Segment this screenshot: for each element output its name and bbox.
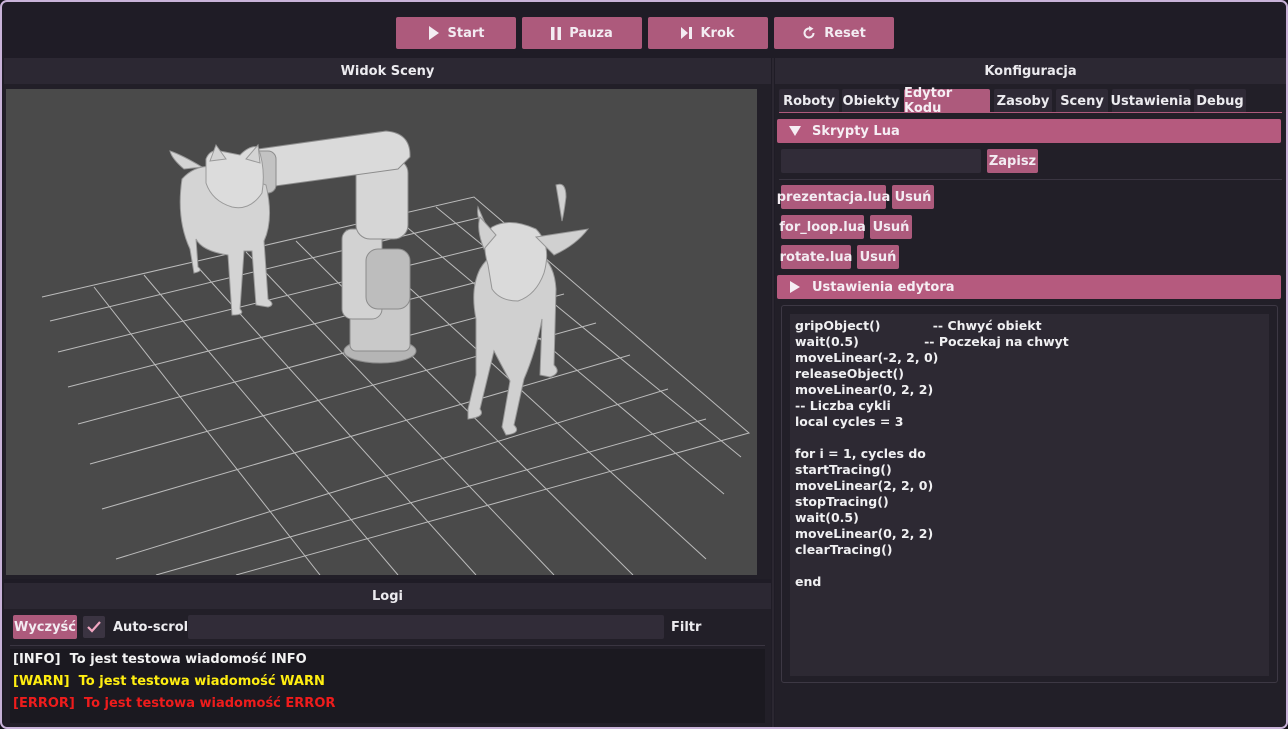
code-line: wait(0.5) xyxy=(795,510,859,525)
robot-arm-model xyxy=(241,130,417,364)
step-button[interactable]: Krok xyxy=(648,17,768,49)
editor-settings-section-header[interactable]: Ustawienia edytora xyxy=(777,275,1281,299)
log-entry-warn: [WARN] To jest testowa wiadomość WARN xyxy=(13,674,325,689)
scene-render xyxy=(41,130,751,575)
code-line: local cycles = 3 xyxy=(795,414,904,429)
script-item-prezentacja[interactable]: prezentacja.lua xyxy=(777,185,890,209)
start-button[interactable]: Start xyxy=(396,17,516,49)
cat-model xyxy=(169,143,273,316)
checkmark-icon xyxy=(87,621,101,633)
new-script-name-input[interactable] xyxy=(781,149,981,173)
tab-zasoby[interactable]: Zasoby xyxy=(994,89,1052,113)
logs-separator xyxy=(10,645,765,646)
toolbar: Start Pauza Krok Reset xyxy=(4,4,1286,56)
code-line: wait(0.5) -- Poczekaj na chwyt xyxy=(795,334,1069,349)
tab-edytor-kodu[interactable]: Edytor Kodu xyxy=(904,86,990,116)
code-line: clearTracing() xyxy=(795,542,893,557)
code-line: stopTracing() xyxy=(795,494,889,509)
panel-divider[interactable] xyxy=(772,58,774,727)
scene-panel: Widok Sceny xyxy=(4,58,771,579)
log-filter-label: Filtr xyxy=(671,620,702,635)
code-line: startTracing() xyxy=(795,462,892,477)
scripts-separator xyxy=(779,179,1282,180)
code-editor[interactable]: gripObject() -- Chwyć obiekt wait(0.5) -… xyxy=(790,314,1269,676)
code-line: moveLinear(0, 2, 2) xyxy=(795,526,934,541)
script-item-rotate[interactable]: rotate.lua xyxy=(780,245,852,269)
triangle-down-icon xyxy=(788,126,801,136)
scripts-section-label: Skrypty Lua xyxy=(812,123,900,139)
logs-toolbar: Wyczyść Auto-scroll Filtr xyxy=(4,613,771,643)
reset-icon xyxy=(803,26,815,39)
tabs-underline xyxy=(779,112,1282,113)
editor-settings-section-label: Ustawienia edytora xyxy=(812,279,955,295)
script-item-for-loop[interactable]: for_loop.lua xyxy=(779,215,866,239)
pause-icon xyxy=(551,26,562,40)
code-line: moveLinear(0, 2, 2) xyxy=(795,382,934,397)
code-line: releaseObject() xyxy=(795,366,904,381)
scripts-section-header[interactable]: Skrypty Lua xyxy=(777,119,1281,143)
triangle-right-icon xyxy=(789,281,800,293)
code-line: end xyxy=(795,574,822,589)
log-entry-error: [ERROR] To jest testowa wiadomość ERROR xyxy=(13,696,336,711)
tab-roboty[interactable]: Roboty xyxy=(779,89,839,113)
autoscroll-checkbox[interactable] xyxy=(83,616,105,638)
log-filter-input[interactable] xyxy=(188,615,664,639)
code-line: moveLinear(2, 2, 0) xyxy=(795,478,934,493)
tab-obiekty[interactable]: Obiekty xyxy=(842,89,900,113)
code-line: gripObject() -- Chwyć obiekt xyxy=(795,318,1042,333)
code-line: for i = 1, cycles do xyxy=(795,446,926,461)
scene-viewport[interactable] xyxy=(6,89,757,575)
step-button-label: Krok xyxy=(700,25,735,41)
logs-panel: Logi Wyczyść Auto-scroll Filtr [INFO] To… xyxy=(4,583,771,727)
app-window: Start Pauza Krok Reset Widok Sceny Logi … xyxy=(0,0,1288,729)
config-panel-title: Konfiguracja xyxy=(775,58,1286,84)
scene-panel-title: Widok Sceny xyxy=(4,58,771,84)
tab-debug[interactable]: Debug xyxy=(1194,89,1246,113)
clear-logs-button[interactable]: Wyczyść xyxy=(13,615,77,639)
delete-script-button[interactable]: Usuń xyxy=(857,245,899,269)
log-entry-info: [INFO] To jest testowa wiadomość INFO xyxy=(13,652,307,667)
reset-button-label: Reset xyxy=(824,25,866,41)
code-line: -- Liczba cykli xyxy=(795,398,891,413)
delete-script-button[interactable]: Usuń xyxy=(892,185,934,209)
start-button-label: Start xyxy=(447,25,485,41)
autoscroll-label: Auto-scroll xyxy=(113,620,193,635)
pause-button[interactable]: Pauza xyxy=(522,17,642,49)
pause-button-label: Pauza xyxy=(569,25,613,41)
save-script-button[interactable]: Zapisz xyxy=(987,149,1038,173)
code-line: moveLinear(-2, 2, 0) xyxy=(795,350,939,365)
log-output[interactable]: [INFO] To jest testowa wiadomość INFO [W… xyxy=(10,649,765,723)
tab-ustawienia[interactable]: Ustawienia xyxy=(1110,89,1192,113)
config-tabs: Roboty Obiekty Edytor Kodu Zasoby Sceny … xyxy=(779,86,1282,116)
step-forward-icon xyxy=(681,27,693,39)
reset-button[interactable]: Reset xyxy=(774,17,894,49)
config-panel: Konfiguracja Roboty Obiekty Edytor Kodu … xyxy=(775,58,1286,727)
code-editor-frame: gripObject() -- Chwyć obiekt wait(0.5) -… xyxy=(781,305,1278,683)
logs-panel-title: Logi xyxy=(4,583,771,609)
play-icon xyxy=(428,26,439,40)
delete-script-button[interactable]: Usuń xyxy=(870,215,912,239)
tab-sceny[interactable]: Sceny xyxy=(1056,89,1108,113)
